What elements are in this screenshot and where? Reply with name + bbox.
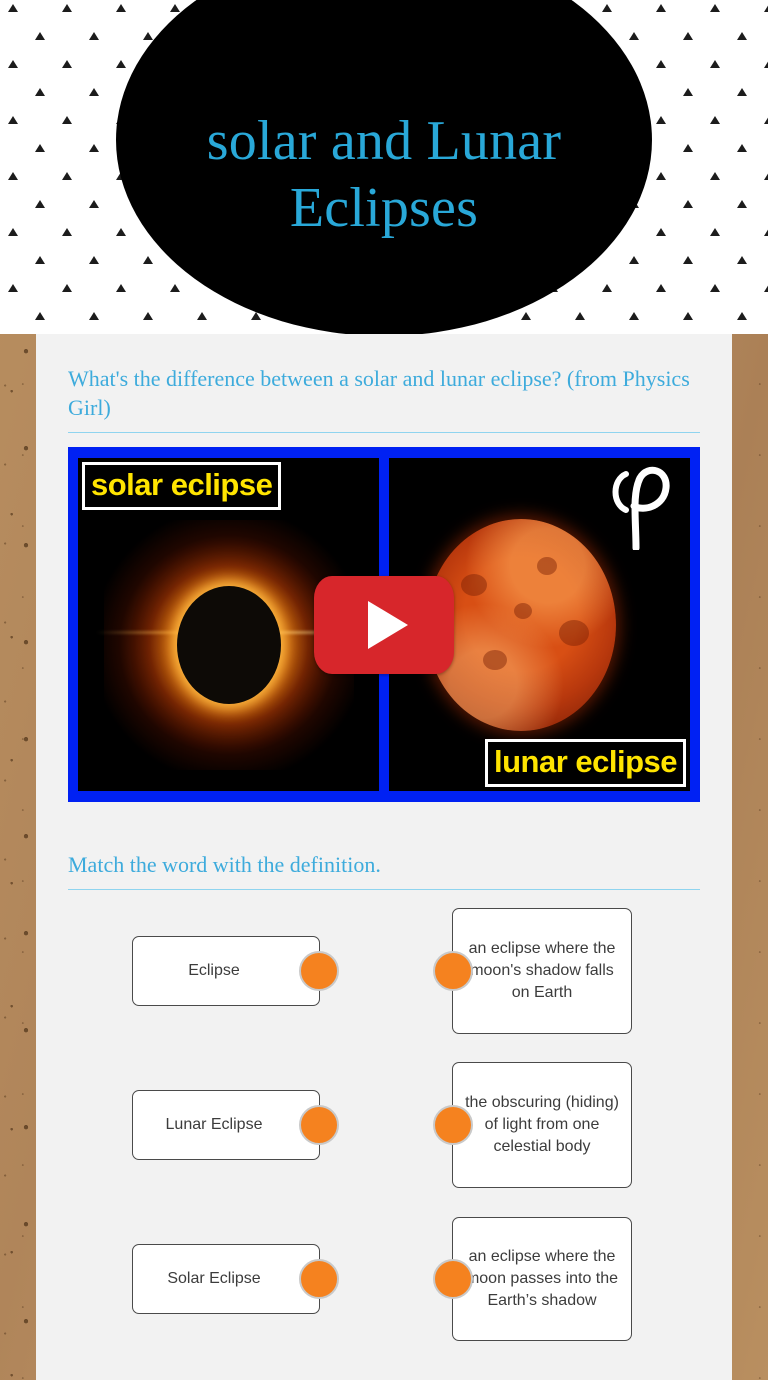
physics-girl-logo-icon (612, 466, 670, 551)
match-connector-dot[interactable] (299, 951, 339, 992)
video-section-heading: What's the difference between a solar an… (68, 366, 690, 421)
moon-crater (559, 620, 590, 647)
match-definition-card[interactable]: an eclipse where the moon's shadow falls… (433, 908, 632, 1035)
page-viewport: solar and Lunar Eclipses What's the diff… (0, 0, 768, 1380)
match-row: Solar Eclipse an eclipse where the moon … (68, 1216, 700, 1342)
match-definition-label: an eclipse where the moon passes into th… (465, 1247, 619, 1310)
solar-eclipse-label: solar eclipse (82, 462, 282, 511)
match-term-label: Solar Eclipse (167, 1270, 261, 1288)
match-row: Lunar Eclipse the obscuring (hiding) of … (68, 1062, 700, 1189)
definition-column: an eclipse where the moon passes into th… (384, 1217, 700, 1342)
moon-crater (483, 650, 508, 670)
page-title-line-2: Eclipses (289, 177, 479, 240)
page-banner: solar and Lunar Eclipses (0, 0, 768, 334)
content-card: What's the difference between a solar an… (36, 334, 732, 1380)
match-definition-card[interactable]: the obscuring (hiding) of light from one… (433, 1062, 632, 1189)
video-section: What's the difference between a solar an… (68, 364, 700, 803)
match-activity: Eclipse an eclipse where the moon's shad… (68, 908, 700, 1342)
page-title: solar and Lunar Eclipses (149, 108, 619, 242)
match-definition-label: an eclipse where the moon's shadow falls… (468, 939, 616, 1002)
match-term-label: Lunar Eclipse (165, 1116, 263, 1134)
heading-divider (68, 432, 700, 434)
moon-crater (513, 603, 532, 620)
term-column: Solar Eclipse (68, 1244, 384, 1315)
match-section: Match the word with the definition. Ecli… (68, 850, 700, 1342)
match-connector-dot[interactable] (299, 1105, 339, 1146)
youtube-video-thumbnail[interactable]: solar eclipse lunar eclipse (68, 447, 700, 803)
definition-column: the obscuring (hiding) of light from one… (384, 1062, 700, 1189)
match-row: Eclipse an eclipse where the moon's shad… (68, 908, 700, 1035)
term-column: Eclipse (68, 936, 384, 1007)
lunar-eclipse-label: lunar eclipse (484, 739, 686, 788)
match-connector-dot[interactable] (433, 1105, 473, 1146)
match-definition-card[interactable]: an eclipse where the moon passes into th… (433, 1217, 632, 1342)
youtube-play-button[interactable] (314, 575, 454, 674)
match-connector-dot[interactable] (433, 1259, 473, 1300)
match-connector-dot[interactable] (433, 951, 473, 992)
solar-eclipse-disc (176, 585, 281, 704)
match-term-card[interactable]: Eclipse (132, 936, 339, 1007)
match-connector-dot[interactable] (299, 1259, 339, 1300)
match-section-heading: Match the word with the definition. (68, 852, 381, 878)
match-term-card[interactable]: Solar Eclipse (132, 1244, 339, 1315)
match-definition-label: the obscuring (hiding) of light from one… (465, 1093, 619, 1156)
definition-column: an eclipse where the moon's shadow falls… (384, 908, 700, 1035)
moon-crater (536, 556, 557, 575)
match-term-card[interactable]: Lunar Eclipse (132, 1090, 339, 1161)
heading-divider (68, 889, 700, 891)
moon-crater (460, 573, 487, 596)
match-term-label: Eclipse (188, 962, 240, 980)
term-column: Lunar Eclipse (68, 1090, 384, 1161)
blood-moon-disc (426, 518, 617, 731)
play-triangle-icon (368, 600, 408, 649)
page-title-line-1: solar and Lunar (206, 110, 562, 172)
